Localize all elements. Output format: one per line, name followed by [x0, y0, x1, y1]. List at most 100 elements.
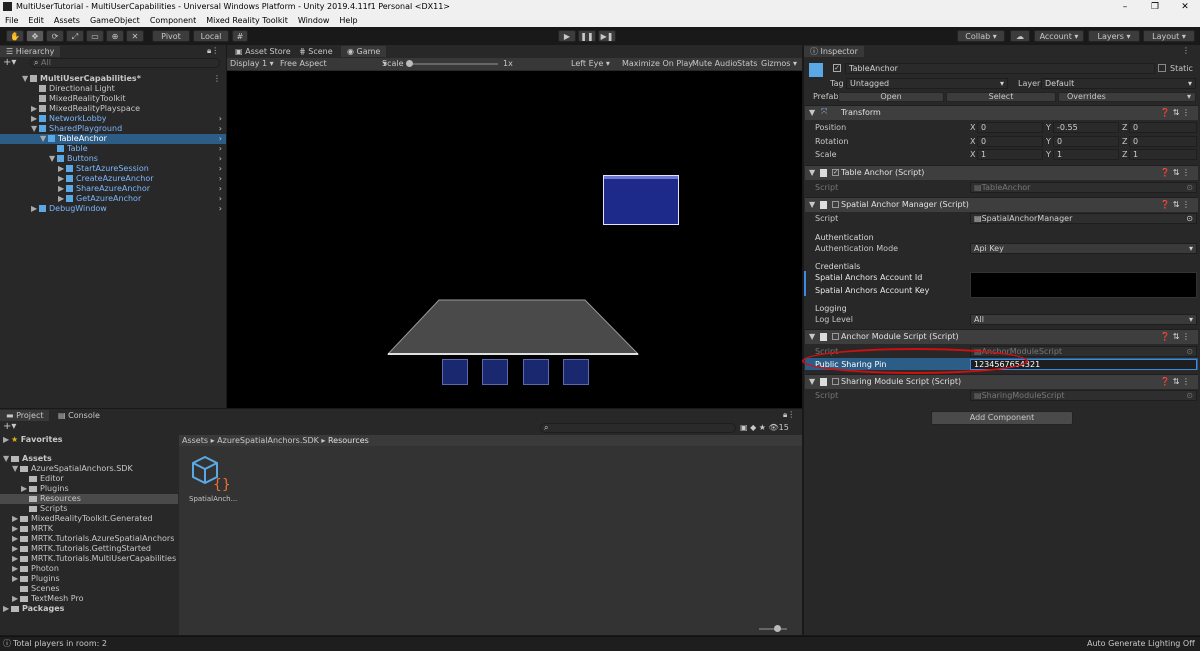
share-azure-anchor-button[interactable] [523, 359, 549, 385]
maximize-on-play-toggle[interactable]: Maximize On Play [622, 59, 693, 69]
chevron-right-icon[interactable]: › [219, 144, 222, 154]
project-folder-item[interactable]: ▶ TextMesh Pro [0, 594, 178, 604]
foldout-arrow-icon[interactable]: ▶ [58, 174, 66, 184]
hierarchy-item[interactable]: Directional Light [0, 84, 226, 94]
stats-toggle[interactable]: Stats [737, 59, 757, 69]
assets-item[interactable]: ▼ Assets [3, 454, 52, 464]
chevron-right-icon[interactable]: › [219, 114, 222, 124]
tab-asset-store[interactable]: ▣ Asset Store [229, 46, 297, 57]
project-folder-item[interactable]: ▶ Plugins [0, 484, 178, 494]
menu-gameobject[interactable]: GameObject [85, 14, 145, 27]
mute-audio-toggle[interactable]: Mute Audio [692, 59, 737, 69]
chevron-right-icon[interactable]: › [219, 174, 222, 184]
tab-inspector[interactable]: ⓘ Inspector [804, 46, 864, 57]
scriptable-object-icon[interactable]: {} [191, 455, 229, 491]
aspect-dropdown[interactable]: Free Aspect ▾ [280, 59, 387, 69]
foldout-arrow-icon[interactable]: ▶ [21, 484, 29, 494]
menu-edit[interactable]: Edit [23, 14, 49, 27]
spatial-anchor-manager-header[interactable]: ▼ Spatial Anchor Manager (Script) ❓ ⇅ ⋮ [805, 197, 1198, 212]
project-folder-item[interactable]: ▶ Photon [0, 564, 178, 574]
inspector-lock-icon[interactable]: ⋮ [1182, 46, 1190, 55]
packages-item[interactable]: ▶ Packages [3, 604, 64, 614]
menu-help[interactable]: Help [334, 14, 362, 27]
transform-tool-icon[interactable]: ⊕ [106, 30, 124, 42]
project-folder-item[interactable]: ▶ MRTK.Tutorials.AzureSpatialAnchors [0, 534, 178, 544]
move-tool-icon[interactable]: ✥ [26, 30, 44, 42]
component-menu-icon[interactable]: ❓ ⇅ ⋮ [1160, 168, 1190, 177]
hierarchy-item[interactable]: ▶ DebugWindow › [0, 204, 226, 214]
table-anchor-header[interactable]: ▼ ✓ Table Anchor (Script) ❓ ⇅ ⋮ [805, 165, 1198, 180]
create-asset-icon[interactable]: +▾ [3, 422, 16, 432]
project-folder-item[interactable]: ▶ Plugins [0, 574, 178, 584]
foldout-arrow-icon[interactable]: ▼ [22, 74, 30, 84]
component-enabled-checkbox[interactable] [832, 378, 839, 385]
hierarchy-item[interactable]: ▼ MultiUserCapabilities* ⋮ [0, 74, 226, 84]
chevron-right-icon[interactable]: › [219, 124, 222, 134]
create-azure-anchor-button[interactable] [482, 359, 508, 385]
gizmos-dropdown[interactable]: Gizmos ▾ [761, 59, 797, 69]
foldout-arrow-icon[interactable]: ▼ [31, 124, 39, 134]
prefab-open-button[interactable]: Open [838, 92, 944, 102]
step-button[interactable]: ▶❚ [598, 30, 616, 42]
foldout-arrow-icon[interactable]: ▶ [31, 204, 39, 214]
transform-header[interactable]: ▼ ⤧ Transform ❓ ⇅ ⋮ [805, 105, 1198, 120]
project-folder-item[interactable]: ▶ MRTK.Tutorials.MultiUserCapabilities [0, 554, 178, 564]
chevron-right-icon[interactable]: › [219, 154, 222, 164]
tab-hierarchy[interactable]: ☰ Hierarchy [0, 46, 61, 57]
scale-slider[interactable] [408, 63, 498, 65]
minimize-button[interactable]: – [1110, 0, 1140, 14]
chevron-right-icon[interactable]: › [219, 194, 222, 204]
custom-tool-icon[interactable]: ✕ [126, 30, 144, 42]
layer-dropdown[interactable]: Default ▾ [1041, 78, 1196, 89]
prefab-select-button[interactable]: Select [946, 92, 1056, 102]
play-button[interactable]: ▶ [558, 30, 576, 42]
project-folder-item[interactable]: ▼ AzureSpatialAnchors.SDK [0, 464, 178, 474]
component-menu-icon[interactable]: ❓ ⇅ ⋮ [1160, 377, 1190, 386]
chevron-right-icon[interactable]: › [219, 204, 222, 214]
authentication-mode-dropdown[interactable]: Api Key ▾ [970, 243, 1197, 254]
project-folder-item[interactable]: ▶ MRTK.Tutorials.GettingStarted [0, 544, 178, 554]
rect-tool-icon[interactable]: ▭ [86, 30, 104, 42]
component-menu-icon[interactable]: ❓ ⇅ ⋮ [1160, 200, 1190, 209]
menu-component[interactable]: Component [145, 14, 201, 27]
maximize-button[interactable]: ❐ [1140, 0, 1170, 14]
component-menu-icon[interactable]: ❓ ⇅ ⋮ [1160, 108, 1190, 117]
account-dropdown[interactable]: Account ▾ [1034, 30, 1084, 42]
pivot-toggle[interactable]: Pivot [152, 30, 190, 42]
project-search-input[interactable]: ⌕ [540, 423, 736, 433]
breadcrumb-assets[interactable]: Assets [182, 436, 208, 445]
sharing-module-header[interactable]: ▼ Sharing Module Script (Script) ❓ ⇅ ⋮ [805, 374, 1198, 389]
log-level-dropdown[interactable]: All ▾ [970, 314, 1197, 325]
active-checkbox[interactable]: ✓ [833, 64, 841, 72]
favorites-item[interactable]: ▶ ★ Favorites [3, 435, 63, 445]
foldout-arrow-icon[interactable]: ▼ [49, 154, 57, 164]
hierarchy-item[interactable]: ▼ SharedPlayground › [0, 124, 226, 134]
chevron-right-icon[interactable]: › [219, 134, 222, 144]
component-enabled-checkbox[interactable] [832, 333, 839, 340]
foldout-arrow-icon[interactable]: ▼ [40, 134, 48, 144]
position-z-field[interactable]: 0 [1129, 122, 1197, 133]
eye-dropdown[interactable]: Left Eye ▾ [571, 59, 610, 69]
foldout-arrow-icon[interactable]: ▼ [809, 200, 815, 209]
menu-window[interactable]: Window [293, 14, 335, 27]
rotation-z-field[interactable]: 0 [1129, 136, 1197, 147]
scene-menu-icon[interactable]: ⋮ [213, 74, 221, 84]
foldout-arrow-icon[interactable]: ▶ [12, 594, 20, 604]
layout-dropdown[interactable]: Layout ▾ [1143, 30, 1195, 42]
project-folder-item[interactable]: Resources [0, 494, 178, 504]
foldout-arrow-icon[interactable]: ▶ [12, 514, 20, 524]
project-folder-item[interactable]: Scenes [0, 584, 178, 594]
menu-assets[interactable]: Assets [49, 14, 85, 27]
collab-dropdown[interactable]: Collab ▾ [957, 30, 1005, 42]
hierarchy-item[interactable]: ▶ ShareAzureAnchor › [0, 184, 226, 194]
foldout-arrow-icon[interactable]: ▶ [58, 194, 66, 204]
credentials-field[interactable] [970, 272, 1197, 298]
local-toggle[interactable]: Local [193, 30, 229, 42]
scale-z-field[interactable]: 1 [1129, 149, 1197, 160]
icon-size-slider[interactable] [759, 628, 787, 630]
hierarchy-item[interactable]: ▶ NetworkLobby › [0, 114, 226, 124]
foldout-arrow-icon[interactable]: ▶ [12, 524, 20, 534]
hierarchy-item[interactable]: MixedRealityToolkit [0, 94, 226, 104]
lighting-status[interactable]: Auto Generate Lighting Off [1087, 639, 1195, 649]
rotate-tool-icon[interactable]: ⟳ [46, 30, 64, 42]
